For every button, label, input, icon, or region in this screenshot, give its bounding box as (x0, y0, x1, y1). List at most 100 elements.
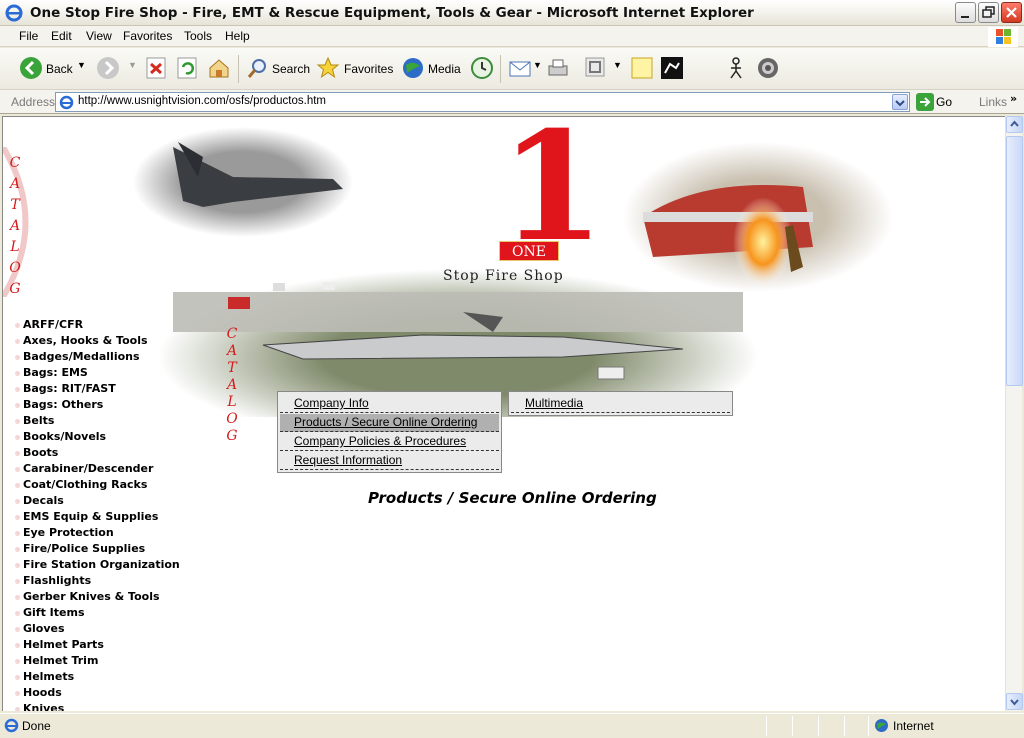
edit-icon[interactable] (585, 57, 605, 77)
links-chevron-icon[interactable]: » (1010, 92, 1017, 105)
edit-dropdown-icon[interactable]: ▼ (613, 60, 622, 70)
category-link[interactable]: Decals (15, 494, 203, 510)
category-link[interactable]: Gloves (15, 622, 203, 638)
category-link[interactable]: Coat/Clothing Racks (15, 478, 203, 494)
favorites-icon[interactable] (316, 56, 340, 80)
category-link[interactable]: Fire Station Organization (15, 558, 203, 574)
menu-favorites[interactable]: Favorites (123, 29, 172, 43)
menu-edit[interactable]: Edit (51, 29, 72, 43)
nav-multimedia[interactable]: Multimedia (511, 395, 730, 413)
category-link[interactable]: Carabiner/Descender (15, 462, 203, 478)
address-label: Address (11, 95, 56, 109)
refresh-icon[interactable] (177, 57, 197, 79)
category-list: ARFF/CFR Axes, Hooks & Tools Badges/Meda… (15, 318, 203, 711)
nav-company-info[interactable]: Company Info (280, 395, 499, 413)
category-link[interactable]: Bags: Others (15, 398, 203, 414)
status-text: Done (22, 719, 51, 733)
menu-tools[interactable]: Tools (184, 29, 212, 43)
address-input[interactable]: http://www.usnightvision.com/osfs/produc… (55, 92, 910, 112)
category-link[interactable]: Belts (15, 414, 203, 430)
category-link[interactable]: Boots (15, 446, 203, 462)
category-link[interactable]: EMS Equip & Supplies (15, 510, 203, 526)
bullet-icon (15, 691, 20, 696)
links-toolbar[interactable]: Links (979, 95, 1007, 109)
site-nav-menu-secondary: Multimedia (508, 391, 733, 416)
minimize-icon (961, 16, 969, 18)
category-link[interactable]: Axes, Hooks & Tools (15, 334, 203, 350)
minimize-button[interactable] (955, 2, 976, 23)
home-icon[interactable] (207, 56, 231, 80)
category-link[interactable]: Hoods (15, 686, 203, 702)
mail-icon[interactable] (508, 57, 532, 79)
scroll-down-button[interactable] (1006, 693, 1023, 710)
restore-button[interactable] (978, 2, 999, 23)
logo-word: ONE (499, 241, 559, 261)
page-done-icon (4, 718, 19, 733)
bullet-icon (15, 643, 20, 648)
messenger-icon[interactable] (660, 56, 684, 80)
back-icon[interactable] (19, 56, 43, 80)
search-button[interactable]: Search (272, 62, 310, 76)
category-link[interactable]: Flashlights (15, 574, 203, 590)
category-link[interactable]: Helmet Parts (15, 638, 203, 654)
nav-company-policies[interactable]: Company Policies & Procedures (280, 433, 499, 451)
bullet-icon (15, 387, 20, 392)
bullet-icon (15, 515, 20, 520)
bullet-icon (15, 403, 20, 408)
category-link[interactable]: Gift Items (15, 606, 203, 622)
bullet-icon (15, 499, 20, 504)
scroll-up-button[interactable] (1006, 116, 1023, 133)
category-link[interactable]: Fire/Police Supplies (15, 542, 203, 558)
catalog-letter: G (226, 428, 238, 444)
bullet-icon (15, 611, 20, 616)
bullet-icon (15, 451, 20, 456)
bullet-icon (15, 355, 20, 360)
nav-request-information[interactable]: Request Information (280, 452, 499, 470)
stop-icon[interactable] (146, 57, 166, 79)
category-link[interactable]: Helmet Trim (15, 654, 203, 670)
category-link[interactable]: Helmets (15, 670, 203, 686)
menu-view[interactable]: View (86, 29, 112, 43)
category-link[interactable]: Eye Protection (15, 526, 203, 542)
page-title: Products / Secure Online Ordering (368, 489, 657, 507)
menu-file[interactable]: File (19, 29, 38, 43)
history-icon[interactable] (470, 56, 494, 80)
bullet-icon (15, 579, 20, 584)
address-url[interactable]: http://www.usnightvision.com/osfs/produc… (78, 95, 326, 107)
go-label: Go (936, 95, 953, 109)
discuss-icon[interactable] (630, 56, 654, 80)
category-link[interactable]: Bags: EMS (15, 366, 203, 382)
category-link[interactable]: Knives (15, 702, 203, 711)
menu-help[interactable]: Help (225, 29, 250, 43)
bullet-icon (15, 339, 20, 344)
address-dropdown-button[interactable] (892, 94, 908, 110)
category-link[interactable]: ARFF/CFR (15, 318, 203, 334)
forward-icon[interactable] (96, 56, 120, 80)
close-button[interactable] (1001, 2, 1022, 23)
search-icon[interactable] (246, 56, 270, 80)
category-link[interactable]: Bags: RIT/FAST (15, 382, 203, 398)
back-button[interactable]: Back (46, 62, 73, 76)
bullet-icon (15, 323, 20, 328)
category-link[interactable]: Badges/Medallions (15, 350, 203, 366)
bullet-icon (15, 483, 20, 488)
forward-dropdown-icon[interactable]: ▼ (128, 60, 137, 70)
bullet-icon (15, 547, 20, 552)
settings-icon[interactable] (756, 56, 780, 80)
go-button[interactable]: Go (916, 93, 956, 111)
vertical-scrollbar[interactable] (1005, 116, 1023, 711)
scroll-thumb[interactable] (1006, 136, 1023, 386)
print-icon[interactable] (546, 56, 570, 80)
media-button[interactable]: Media (428, 62, 461, 76)
catalog-letter: A (9, 218, 21, 234)
mail-dropdown-icon[interactable]: ▼ (533, 60, 542, 70)
category-link[interactable]: Books/Novels (15, 430, 203, 446)
browser-window: One Stop Fire Shop - Fire, EMT & Rescue … (0, 0, 1024, 738)
person-icon[interactable] (724, 56, 748, 80)
favorites-button[interactable]: Favorites (344, 62, 393, 76)
nav-products-ordering[interactable]: Products / Secure Online Ordering (280, 414, 499, 432)
media-icon[interactable] (401, 56, 425, 80)
back-dropdown-icon[interactable]: ▼ (77, 60, 86, 70)
ie-icon (5, 4, 23, 22)
category-link[interactable]: Gerber Knives & Tools (15, 590, 203, 606)
